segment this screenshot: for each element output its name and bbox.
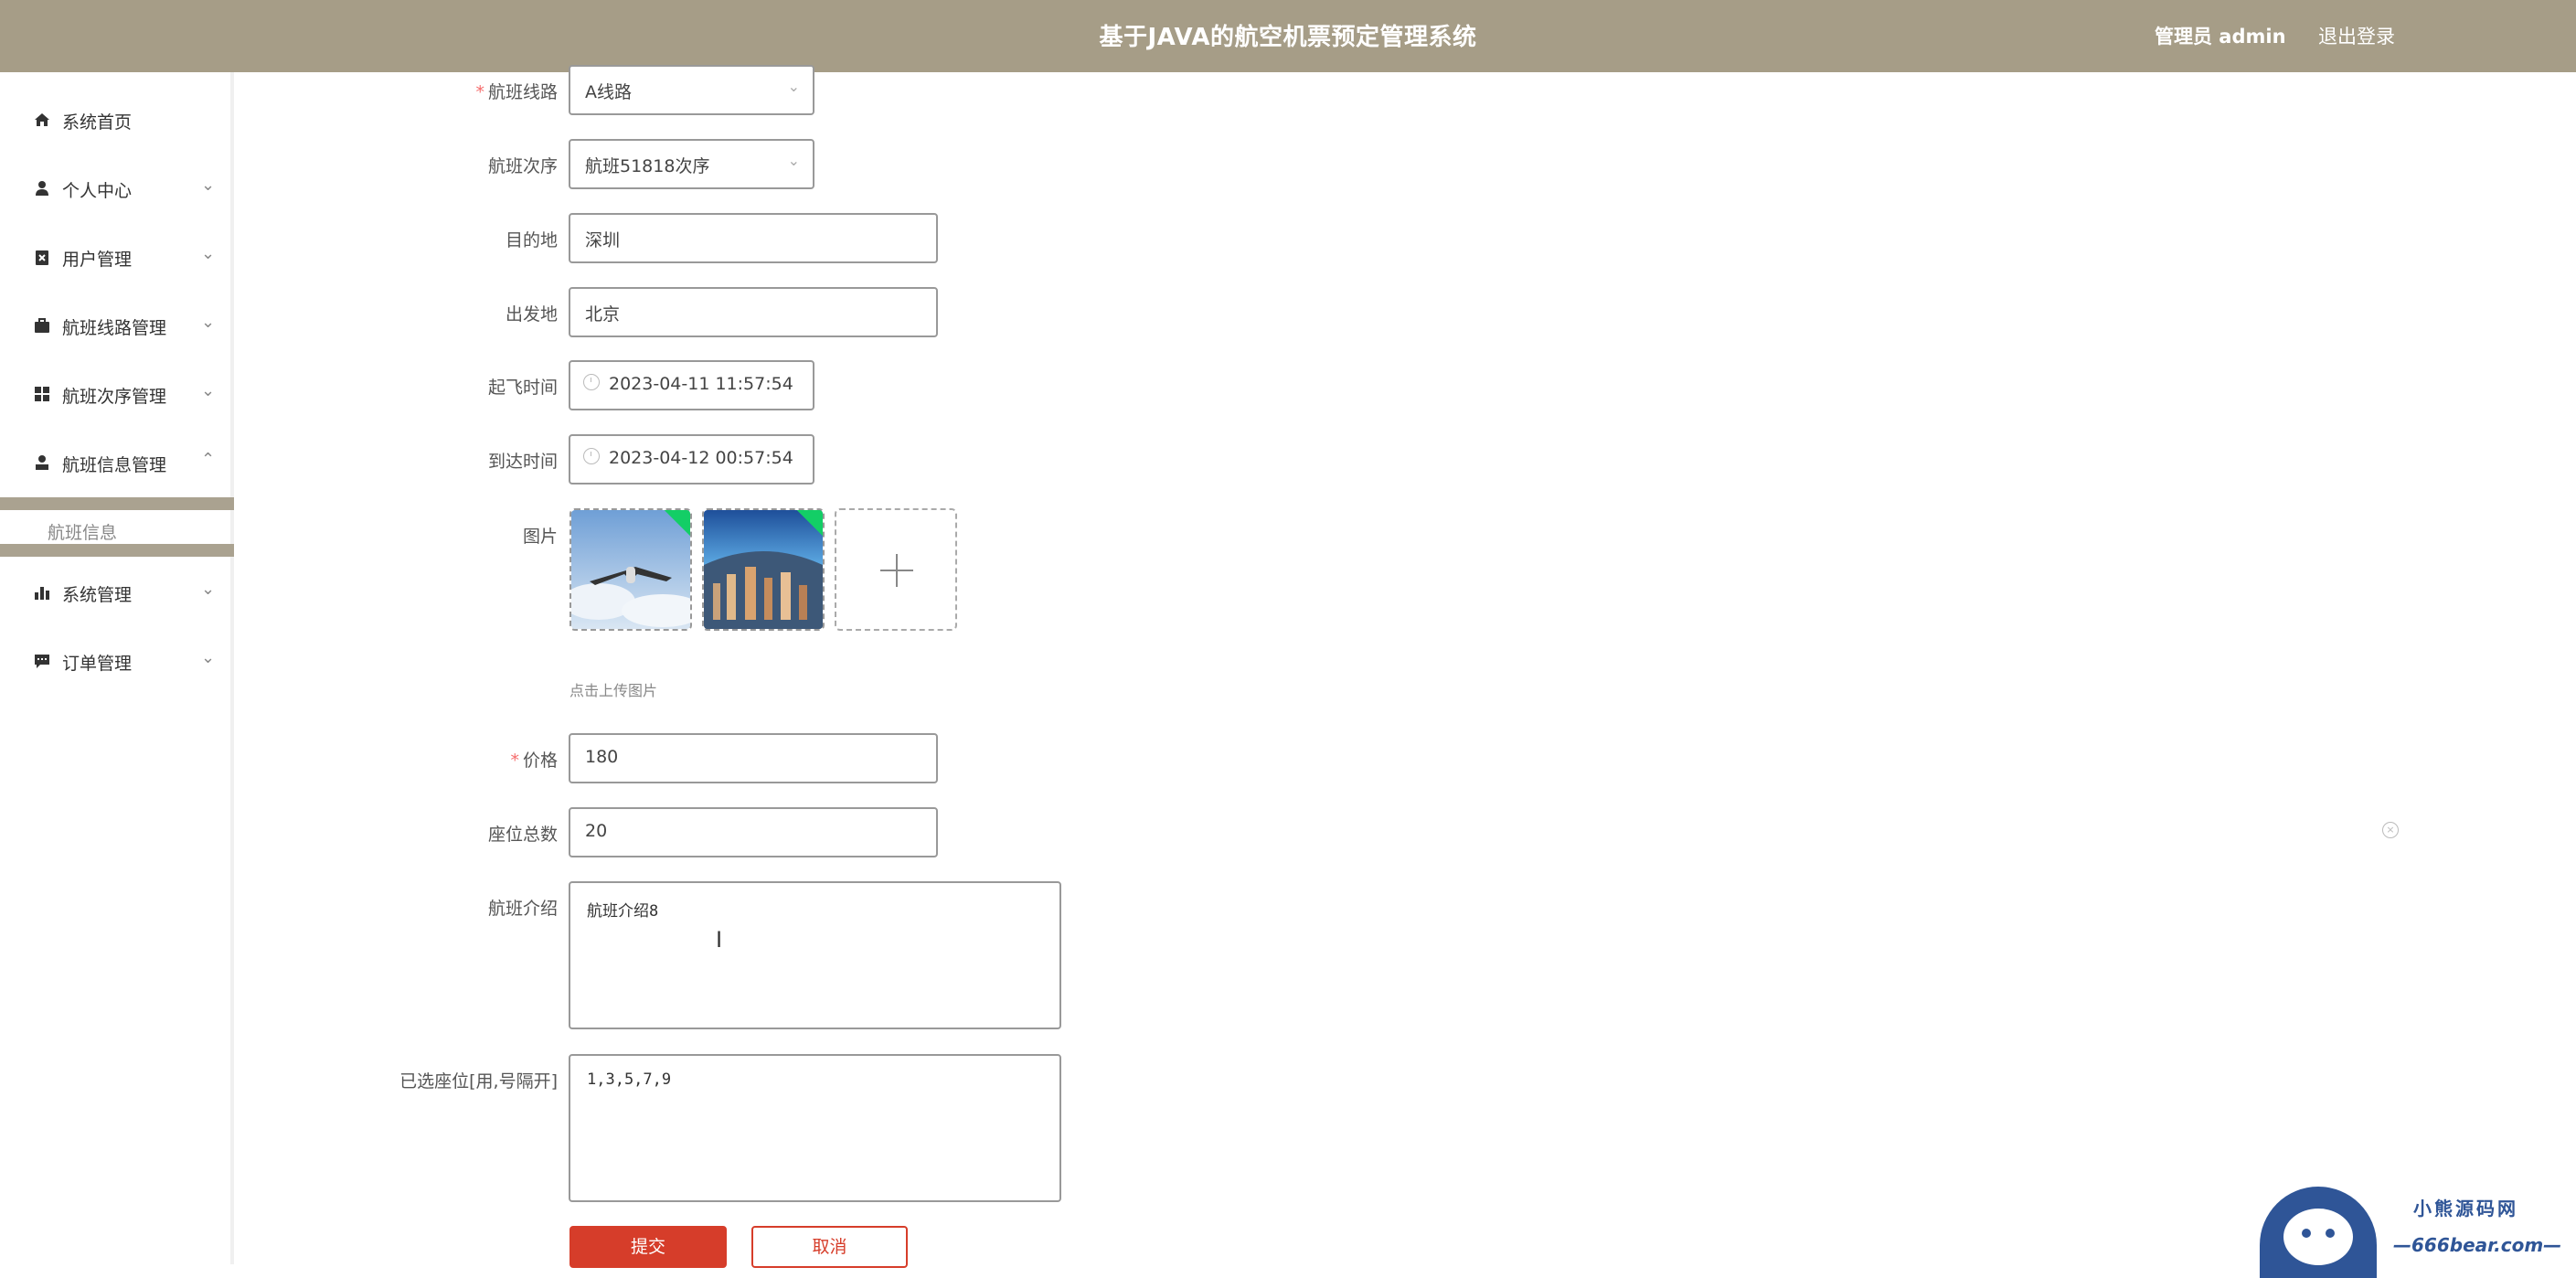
sidebar-item-label: 用户管理 xyxy=(62,250,133,270)
destination-input[interactable]: 深圳 xyxy=(569,213,938,263)
image-label: 图片 xyxy=(522,527,558,547)
sidebar-item-orders[interactable]: 订单管理 ⌄ xyxy=(0,643,230,679)
departure-time-value: 2023-04-11 11:57:54 xyxy=(609,374,793,394)
price-input[interactable]: 180 xyxy=(569,733,938,783)
chevron-down-icon: ⌄ xyxy=(201,648,216,667)
sidebar: 系统首页 个人中心 ⌄ 用户管理 ⌄ 航班线路管理 ⌄ 航班次序管理 ⌄ 航班信… xyxy=(0,72,234,1264)
sidebar-item-profile[interactable]: 个人中心 ⌄ xyxy=(0,170,230,207)
sidebar-item-system[interactable]: 系统管理 ⌄ xyxy=(0,574,230,611)
origin-input[interactable]: 北京 xyxy=(569,287,938,337)
sidebar-subitem-label: 航班信息 xyxy=(48,523,118,543)
route-label: * 航班线路 xyxy=(475,82,558,102)
clock-icon xyxy=(583,448,600,464)
selected-seats-textarea[interactable]: 1,3,5,7,9 xyxy=(569,1054,1061,1202)
bear-face xyxy=(2283,1209,2353,1265)
route-select[interactable]: A线路 ⌄ xyxy=(569,65,814,115)
sidebar-item-label: 订单管理 xyxy=(62,654,133,674)
plus-icon-vertical xyxy=(896,554,898,587)
uploaded-image-airplane[interactable] xyxy=(569,508,692,631)
sequence-label: 航班次序 xyxy=(487,156,558,176)
chevron-down-icon: ⌄ xyxy=(201,313,216,332)
chevron-down-icon: ⌄ xyxy=(787,152,800,169)
price-label: * 价格 xyxy=(510,751,558,771)
upload-hint: 点击上传图片 xyxy=(569,682,658,699)
clock-icon xyxy=(583,374,600,390)
route-select-value: A线路 xyxy=(585,82,632,102)
submit-button[interactable]: 提交 xyxy=(569,1226,727,1268)
origin-label: 出发地 xyxy=(505,304,558,325)
selected-seats-label: 已选座位[用,号隔开] xyxy=(399,1071,558,1092)
arrival-time-label: 到达时间 xyxy=(487,452,558,472)
sidebar-subitem-flight-info[interactable]: 航班信息 xyxy=(0,512,230,547)
uploaded-image-city[interactable] xyxy=(702,508,825,631)
person-icon xyxy=(36,455,48,470)
sidebar-item-users[interactable]: 用户管理 ⌄ xyxy=(0,239,230,275)
seat-total-label: 座位总数 xyxy=(487,825,558,845)
bear-eye xyxy=(2302,1229,2311,1238)
user-icon xyxy=(36,181,48,196)
logout-link[interactable]: 退出登录 xyxy=(2318,22,2395,49)
departure-time-label: 起飞时间 xyxy=(487,378,558,398)
sidebar-item-label: 系统管理 xyxy=(62,585,133,605)
sidebar-item-flights[interactable]: 航班信息管理 ⌃ xyxy=(0,444,230,481)
sidebar-item-routes[interactable]: 航班线路管理 ⌄ xyxy=(0,307,230,344)
seat-total-value: 20 xyxy=(585,821,608,841)
cancel-button[interactable]: 取消 xyxy=(751,1226,908,1268)
current-user-label: 管理员 admin xyxy=(2155,26,2286,48)
price-value: 180 xyxy=(585,747,619,767)
city-image-icon xyxy=(704,510,823,629)
chevron-down-icon: ⌄ xyxy=(201,244,216,263)
chevron-up-icon: ⌃ xyxy=(201,450,216,469)
watermark-url: —666bear.com— xyxy=(2393,1234,2562,1256)
submenu-divider xyxy=(0,497,234,510)
bar-chart-icon xyxy=(35,587,49,600)
sidebar-item-label: 航班线路管理 xyxy=(62,318,167,338)
chevron-down-icon: ⌄ xyxy=(201,381,216,400)
arrival-time-value: 2023-04-12 00:57:54 xyxy=(609,448,793,468)
bear-logo-icon xyxy=(2260,1187,2377,1278)
arrival-time-picker[interactable]: 2023-04-12 00:57:54 xyxy=(569,434,814,485)
chevron-down-icon: ⌄ xyxy=(201,176,216,195)
chevron-down-icon: ⌄ xyxy=(787,78,800,95)
clipboard-x-icon xyxy=(36,250,48,265)
flight-intro-textarea[interactable]: 航班介绍8 xyxy=(569,881,1061,1029)
watermark-title: 小熊源码网 xyxy=(2413,1198,2518,1219)
sidebar-item-label: 个人中心 xyxy=(62,181,133,201)
origin-value: 北京 xyxy=(585,304,621,325)
home-icon xyxy=(35,113,49,126)
chevron-down-icon: ⌄ xyxy=(201,580,216,599)
sidebar-item-label: 航班次序管理 xyxy=(62,387,167,407)
destination-value: 深圳 xyxy=(585,230,621,250)
seat-total-input[interactable]: 20 xyxy=(569,807,938,857)
grid-icon xyxy=(35,387,49,401)
departure-time-picker[interactable]: 2023-04-11 11:57:54 xyxy=(569,360,814,410)
sidebar-item-sequences[interactable]: 航班次序管理 ⌄ xyxy=(0,376,230,412)
text-cursor-icon: I xyxy=(716,927,723,953)
sequence-select-value: 航班51818次序 xyxy=(585,156,710,176)
sequence-select[interactable]: 航班51818次序 ⌄ xyxy=(569,139,814,189)
sidebar-item-label: 系统首页 xyxy=(62,112,133,133)
bear-eye xyxy=(2326,1229,2335,1238)
clear-icon[interactable]: × xyxy=(2382,822,2399,838)
submenu-divider xyxy=(0,544,234,557)
chat-icon xyxy=(35,655,49,668)
sidebar-item-label: 航班信息管理 xyxy=(62,455,167,475)
top-header: 基于JAVA的航空机票预定管理系统 管理员 admin 退出登录 xyxy=(0,0,2576,72)
destination-label: 目的地 xyxy=(505,230,558,250)
airplane-image-icon xyxy=(571,510,690,629)
sidebar-item-home[interactable]: 系统首页 xyxy=(0,101,230,138)
flight-intro-label: 航班介绍 xyxy=(487,899,558,919)
briefcase-icon xyxy=(35,318,49,333)
upload-image-button[interactable] xyxy=(835,508,957,631)
